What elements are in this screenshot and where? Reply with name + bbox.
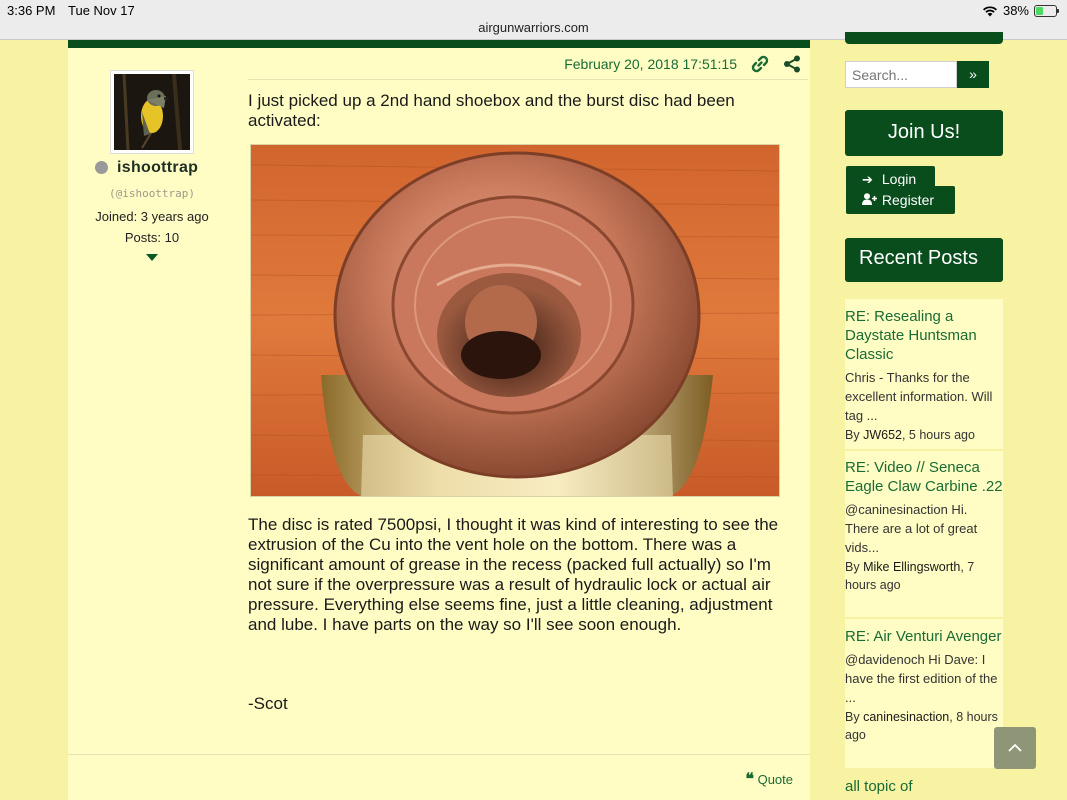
status-indicators: 38% — [982, 3, 1059, 18]
status-date: Tue Nov 17 — [68, 3, 135, 18]
post-footer-divider — [68, 754, 810, 755]
scroll-to-top-button[interactable] — [994, 727, 1036, 769]
recent-post-item[interactable]: RE: Video // Seneca Eagle Claw Carbine .… — [845, 451, 1003, 617]
recent-post-meta: By caninesinaction, 8 hours ago — [845, 708, 1003, 744]
status-time: 3:36 PM — [7, 3, 56, 18]
recent-post-by: By — [845, 560, 860, 574]
user-plus-icon — [862, 187, 878, 215]
register-label: Register — [881, 192, 935, 208]
post-image-burst-disc[interactable] — [250, 144, 780, 497]
post-date[interactable]: February 20, 2018 17:51:15 — [564, 56, 737, 72]
avatar[interactable] — [111, 71, 193, 153]
author-handle: (@ishoottrap) — [108, 187, 196, 200]
recent-post-time: , 5 hours ago — [901, 428, 975, 442]
share-icon[interactable] — [783, 55, 801, 73]
author-post-count: Posts: 10 — [124, 230, 180, 245]
forum-post: February 20, 2018 17:51:15 ishoottrap (@… — [68, 40, 810, 800]
post-body-text: The disc is rated 7500psi, I thought it … — [248, 515, 779, 634]
login-label: Login — [881, 171, 917, 187]
battery-level — [1036, 6, 1044, 15]
link-icon[interactable] — [751, 55, 769, 73]
author-joined: Joined: 3 years ago — [95, 209, 209, 224]
recent-post-excerpt: @caninesinaction Hi. There are a lot of … — [845, 502, 978, 555]
recent-post-author[interactable]: Mike Ellingsworth — [863, 560, 960, 574]
chevron-down-icon[interactable] — [146, 254, 158, 261]
join-us-button[interactable]: Join Us! — [845, 110, 1003, 156]
recent-post-author[interactable]: caninesinaction — [863, 710, 949, 724]
recent-post-excerpt: @davidenoch Hi Dave: I have the first ed… — [845, 652, 998, 705]
recent-post-author[interactable]: JW652 — [863, 428, 902, 442]
post-header-divider — [248, 79, 808, 80]
quote-button[interactable]: ❝ Quote — [745, 769, 793, 788]
battery-percent: 38% — [1002, 3, 1029, 18]
recent-posts-heading: Recent Posts — [845, 238, 1003, 282]
post-signoff: -Scot — [248, 694, 288, 713]
recent-post-by: By — [845, 710, 860, 724]
recent-post-title[interactable]: RE: Video // Seneca Eagle Claw Carbine .… — [845, 458, 1003, 496]
bird-photo — [114, 74, 190, 150]
recent-post-item[interactable]: RE: Air Venturi Avenger @davidenoch Hi D… — [845, 619, 1003, 768]
recent-post-meta: By Mike Ellingsworth, 7 hours ago — [845, 558, 1003, 594]
wifi-icon — [982, 5, 997, 16]
search-input[interactable] — [845, 61, 957, 88]
login-button[interactable]: ➔ Login — [846, 166, 935, 188]
search-button[interactable]: » — [957, 61, 989, 88]
recent-post-title[interactable]: RE: Air Venturi Avenger — [845, 627, 1003, 646]
quote-icon: ❝ — [745, 769, 754, 788]
burst-disc-photo — [251, 145, 779, 496]
post-intro-text: I just picked up a 2nd hand shoebox and … — [248, 91, 735, 130]
recent-post-excerpt: Chris - Thanks for the excellent informa… — [845, 370, 993, 423]
sidebar-top-button-edge[interactable] — [845, 32, 1003, 44]
register-button[interactable]: Register — [846, 186, 955, 214]
recent-post-title[interactable]: RE: Resealing a Daystate Huntsman Classi… — [845, 307, 1003, 364]
chevron-up-icon — [1008, 743, 1022, 752]
offline-status-icon — [95, 161, 108, 174]
recent-post-title[interactable]: all topic of — [845, 777, 1003, 796]
recent-post-meta: By JW652, 5 hours ago — [845, 426, 1003, 444]
recent-post-item[interactable]: RE: Resealing a Daystate Huntsman Classi… — [845, 299, 1003, 449]
post-top-bar — [68, 40, 810, 48]
quote-label: Quote — [757, 772, 793, 787]
battery-icon — [1034, 4, 1059, 17]
recent-post-by: By — [845, 428, 860, 442]
author-username[interactable]: ishoottrap — [117, 159, 198, 177]
recent-post-item[interactable]: all topic of — [845, 770, 1003, 800]
